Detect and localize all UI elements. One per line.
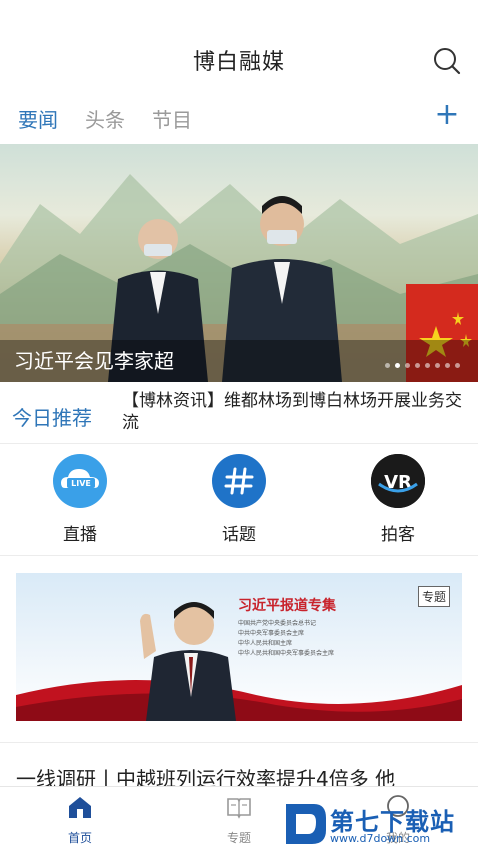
live-cloud-icon: LIVE [53,454,107,508]
recommend-headline[interactable]: 【博林资讯】维都林场到博白林场开展业务交流 [122,390,468,434]
quick-link-label: 话题 [222,525,256,545]
carousel-dot[interactable] [385,363,390,368]
news-list-item[interactable]: 一线调研丨中越班列运行效率提升4倍多 他 [0,742,478,791]
carousel-dot[interactable] [445,363,450,368]
portrait-image [140,602,236,721]
banner-carousel[interactable]: 习近平会见李家超 [0,144,478,382]
quick-links: LIVE 直播 话题 VR 拍客 [0,444,478,556]
add-channel-icon[interactable]: + [432,100,462,132]
carousel-dot[interactable] [455,363,460,368]
tab-news[interactable]: 要闻 [18,104,58,133]
nav-label: 专题 [226,831,251,845]
carousel-dot[interactable] [405,363,410,368]
quick-link-label: 拍客 [381,525,415,545]
quick-link-live[interactable]: LIVE 直播 [20,454,140,545]
hashtag-icon [212,454,266,508]
carousel-dot[interactable] [395,363,400,368]
quick-link-topic[interactable]: 话题 [179,454,299,545]
watermark-logo-icon [286,804,326,844]
carousel-dot[interactable] [415,363,420,368]
nav-label: 首页 [67,831,92,845]
book-icon [227,798,251,819]
special-topic-banner[interactable]: 习近平报道专集 中国共产党中央委员会总书记 中共中央军事委员会主席 中华人民共和… [16,573,462,721]
promo-subtitles: 中国共产党中央委员会总书记 中共中央军事委员会主席 中华人民共和国主席 中华人民… [238,619,334,659]
special-topic-tag: 专题 [417,586,450,607]
site-watermark: 第七下载站 www.d7down.com [284,800,474,850]
recommend-label: 今日推荐 [12,406,92,430]
carousel-dot[interactable] [425,363,430,368]
promo-title: 习近平报道专集 [238,598,336,614]
promo-line: 中国共产党中央委员会总书记 [238,620,317,627]
carousel-indicators [385,363,460,368]
nav-topics[interactable]: 专题 [199,795,279,846]
quick-link-label: 直播 [63,525,97,545]
banner-caption: 习近平会见李家超 [14,349,174,373]
app-header: 博白融媒 [0,0,478,96]
channel-tabs: 要闻 头条 节目 + [0,100,478,136]
today-recommend[interactable]: 今日推荐 【博林资讯】维都林场到博白林场开展业务交流 [0,382,478,444]
promo-line: 中华人民共和国主席 [238,640,293,647]
home-icon [69,797,91,818]
svg-text:LIVE: LIVE [71,479,91,488]
carousel-dot[interactable] [435,363,440,368]
watermark-url: www.d7down.com [330,832,431,845]
promo-line: 中华人民共和国中央军事委员会主席 [238,650,335,657]
vr-camera-icon: VR [371,454,425,508]
tab-headlines[interactable]: 头条 [85,104,125,133]
search-icon[interactable] [432,46,462,76]
tab-programs[interactable]: 节目 [152,104,192,133]
promo-line: 中共中央军事委员会主席 [238,630,305,637]
nav-home[interactable]: 首页 [40,795,120,846]
app-title: 博白融媒 [192,50,285,75]
quick-link-reporter[interactable]: VR 拍客 [338,454,458,545]
